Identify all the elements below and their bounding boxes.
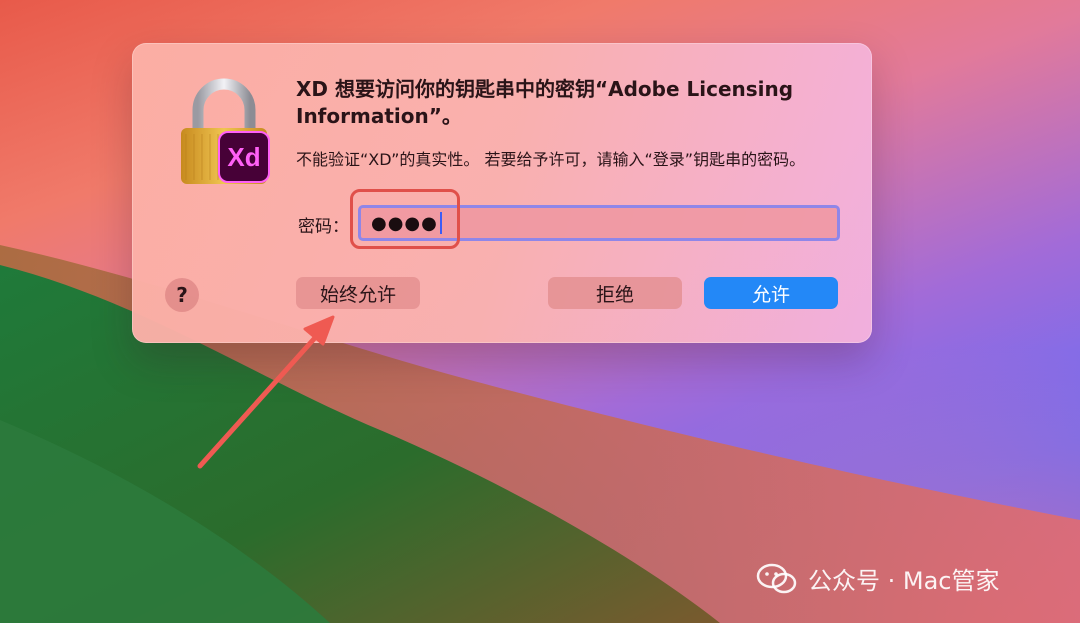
wechat-icon <box>756 563 797 593</box>
always-allow-button[interactable]: 始终允许 <box>296 277 420 309</box>
watermark-text: 公众号 · Mac管家 <box>808 567 1000 595</box>
xd-app-icon: Xd <box>218 131 270 183</box>
allow-button[interactable]: 允许 <box>704 277 838 309</box>
dialog-message: 不能验证“XD”的真实性。 若要给予许可，请输入“登录”钥匙串的密码。 <box>296 150 806 169</box>
dialog-title: XD 想要访问你的钥匙串中的密钥“Adobe Licensing Informa… <box>296 77 794 128</box>
password-highlight-box <box>350 189 460 249</box>
keychain-access-dialog: Xd XD 想要访问你的钥匙串中的密钥“Adobe Licensing Info… <box>132 43 872 343</box>
deny-button[interactable]: 拒绝 <box>548 277 682 309</box>
watermark: 公众号 · Mac管家 <box>756 561 1000 596</box>
xd-app-badge-text: Xd <box>227 141 261 172</box>
password-label: 密码： <box>298 217 349 237</box>
help-button[interactable]: ? <box>165 278 199 312</box>
